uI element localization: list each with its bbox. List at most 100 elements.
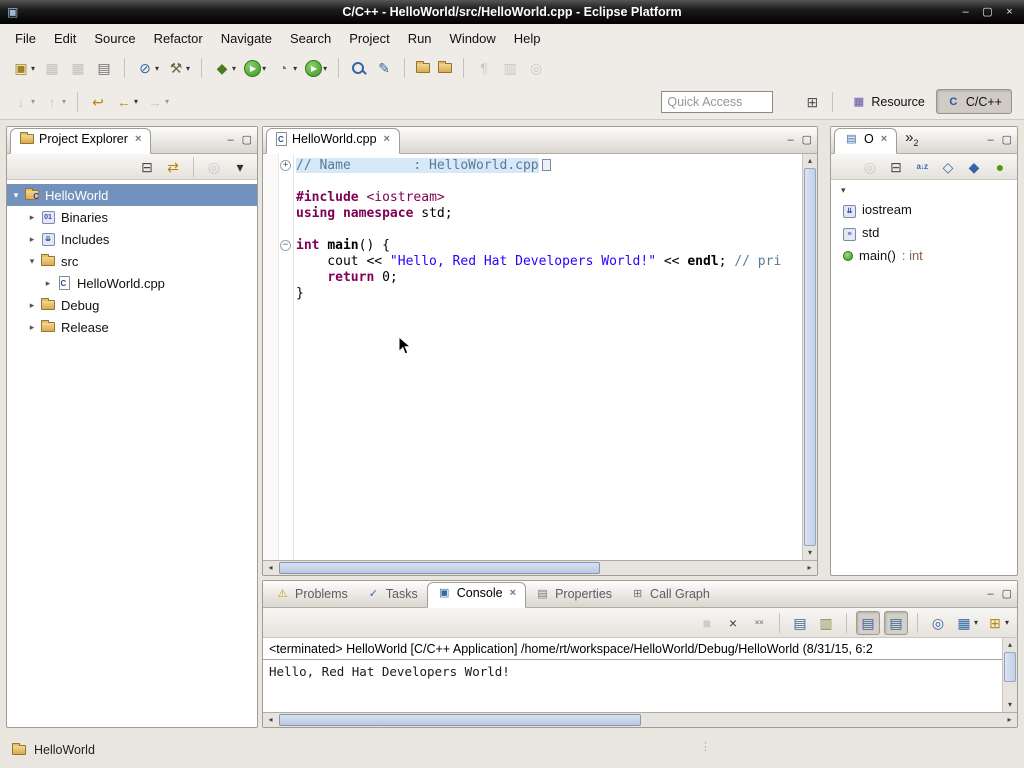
tree-item-helloworld[interactable]: ▾CHelloWorld (7, 184, 257, 206)
hide-non-public-members-button[interactable]: ● (989, 155, 1011, 179)
open-console-button[interactable]: ⊞▾ (984, 611, 1011, 635)
minimize-window-button[interactable]: – (956, 4, 975, 21)
tab-problems[interactable]: ⚠Problems (266, 584, 357, 607)
view-stack-chevron[interactable]: »2 (905, 131, 918, 150)
tree-item-binaries[interactable]: ▸01Binaries (7, 206, 257, 228)
scrollbar-thumb[interactable] (1004, 652, 1016, 682)
pin-console-button[interactable]: ◎ (927, 611, 949, 635)
dropdown-arrow-icon[interactable]: ▾ (186, 64, 190, 73)
maximize-editor-button[interactable]: ▢ (802, 133, 812, 147)
dropdown-arrow-icon[interactable]: ▾ (323, 64, 327, 73)
dropdown-arrow-icon[interactable]: ▾ (232, 64, 236, 73)
tree-item-release[interactable]: ▸Release (7, 316, 257, 338)
menu-source[interactable]: Source (85, 26, 144, 51)
code-line[interactable]: } (296, 286, 801, 302)
print-button[interactable]: ▤ (93, 56, 115, 80)
editor-vertical-scrollbar[interactable]: ▴ ▾ (802, 154, 817, 560)
tab-tasks[interactable]: ✓Tasks (357, 584, 427, 607)
minimize-editor-button[interactable]: – (787, 133, 793, 147)
menu-project[interactable]: Project (340, 26, 398, 51)
dropdown-arrow-icon[interactable]: ▾ (134, 97, 138, 106)
twistie-icon[interactable]: ▾ (9, 190, 23, 201)
code-line[interactable]: int main() { (296, 238, 801, 254)
close-icon[interactable]: × (384, 133, 390, 145)
fold-expand-icon[interactable]: + (280, 160, 291, 171)
dropdown-arrow-icon[interactable]: ▾ (293, 64, 297, 73)
scroll-down-icon[interactable]: ▾ (1003, 698, 1017, 712)
tree-item-src[interactable]: ▾src (7, 250, 257, 272)
console-output-text[interactable]: Hello, Red Hat Developers World! (263, 660, 1017, 683)
maximize-window-button[interactable]: ▢ (978, 4, 997, 21)
editor-tab-helloworld-cpp[interactable]: C HelloWorld.cpp × (266, 128, 400, 154)
tree-item-debug[interactable]: ▸Debug (7, 294, 257, 316)
twistie-icon[interactable]: ▸ (25, 300, 39, 311)
menu-navigate[interactable]: Navigate (212, 26, 281, 51)
editor-horizontal-scrollbar[interactable]: ◂ ▸ (263, 560, 817, 575)
tree-item-helloworld-cpp[interactable]: ▸CHelloWorld.cpp (7, 272, 257, 294)
scroll-down-icon[interactable]: ▾ (803, 546, 817, 560)
toggle-mark-occurrences-button[interactable]: ✎ (373, 56, 395, 80)
show-console-on-stdout-button[interactable]: ▤ (856, 611, 880, 635)
open-perspective-button[interactable]: ⊞ (801, 90, 823, 114)
menu-file[interactable]: File (6, 26, 45, 51)
search-button[interactable] (348, 56, 369, 80)
build-button[interactable]: ⚒▾ (165, 56, 192, 80)
code-editor[interactable]: + − // Name : HelloWorld.cpp #include <ios… (263, 154, 817, 560)
fold-collapse-icon[interactable]: − (280, 240, 291, 251)
new-button[interactable]: ▣▾ (10, 56, 37, 80)
dropdown-arrow-icon[interactable]: ▾ (262, 64, 266, 73)
perspective-c-c[interactable]: CC/C++ (936, 89, 1012, 114)
scroll-up-icon[interactable]: ▴ (1003, 638, 1017, 652)
hide-static-members-button[interactable]: ◆ (963, 155, 985, 179)
maximize-view-button[interactable]: ▢ (1002, 587, 1012, 601)
open-resource-button[interactable] (436, 56, 454, 80)
display-selected-console-button[interactable]: ▦▾ (953, 611, 980, 635)
dropdown-arrow-icon[interactable]: ▾ (155, 64, 159, 73)
scrollbar-thumb[interactable] (804, 168, 816, 546)
profile-button[interactable]: ◔▾ (272, 56, 299, 80)
outline-item-main[interactable]: main() : int (831, 244, 1017, 267)
console-horizontal-scrollbar[interactable]: ◂ ▸ (263, 712, 1017, 727)
debug-button[interactable]: ◆▾ (211, 56, 238, 80)
menu-search[interactable]: Search (281, 26, 340, 51)
show-console-on-stderr-button[interactable]: ▤ (884, 611, 908, 635)
minimize-view-button[interactable]: – (227, 133, 233, 147)
code-line[interactable]: #include <iostream> (296, 190, 801, 206)
scroll-left-icon[interactable]: ◂ (263, 713, 278, 727)
menu-refactor[interactable]: Refactor (145, 26, 212, 51)
perspective-resource[interactable]: ▦Resource (842, 89, 934, 114)
maximize-view-button[interactable]: ▢ (242, 133, 252, 147)
dropdown-arrow-icon[interactable]: ▾ (31, 64, 35, 73)
outline-item-iostream[interactable]: ⇊iostream (831, 198, 1017, 221)
code-line[interactable]: // Name : HelloWorld.cpp (296, 158, 801, 174)
code-line[interactable] (296, 222, 801, 238)
remove-launch-button[interactable]: × (722, 611, 744, 635)
code-line[interactable]: using namespace std; (296, 206, 801, 222)
sash-grip-icon[interactable]: ⋮ (700, 740, 711, 753)
scroll-right-icon[interactable]: ▸ (802, 561, 817, 575)
last-edit-location-button[interactable]: ↩ (87, 90, 109, 114)
code-line[interactable] (296, 174, 801, 190)
outline-view-menu-icon[interactable]: ▾ (831, 180, 1017, 198)
scroll-left-icon[interactable]: ◂ (263, 561, 278, 575)
minimize-view-button[interactable]: – (987, 587, 993, 601)
scrollbar-thumb[interactable] (279, 714, 641, 726)
scroll-up-icon[interactable]: ▴ (803, 154, 817, 168)
run-external-tools-button[interactable]: ▶▾ (303, 56, 329, 80)
close-icon[interactable]: × (510, 587, 516, 599)
twistie-icon[interactable]: ▸ (25, 322, 39, 333)
code-text[interactable]: // Name : HelloWorld.cpp #include <iostre… (296, 158, 801, 302)
tab-properties[interactable]: ▤Properties (526, 584, 621, 607)
sort-button[interactable]: a↓z (911, 155, 933, 179)
scroll-right-icon[interactable]: ▸ (1002, 713, 1017, 727)
twistie-icon[interactable]: ▾ (25, 256, 39, 267)
link-with-editor-button[interactable]: ⇄ (162, 155, 184, 179)
close-icon[interactable]: × (135, 133, 141, 145)
menu-run[interactable]: Run (399, 26, 441, 51)
scroll-lock-button[interactable]: ▥ (815, 611, 837, 635)
tab-call-graph[interactable]: ⊞Call Graph (621, 584, 719, 607)
code-line[interactable]: return 0; (296, 270, 801, 286)
close-window-button[interactable]: × (1000, 4, 1019, 21)
tab-project-explorer[interactable]: Project Explorer × (10, 128, 151, 154)
tab-outline[interactable]: ▤ O × (834, 128, 897, 154)
